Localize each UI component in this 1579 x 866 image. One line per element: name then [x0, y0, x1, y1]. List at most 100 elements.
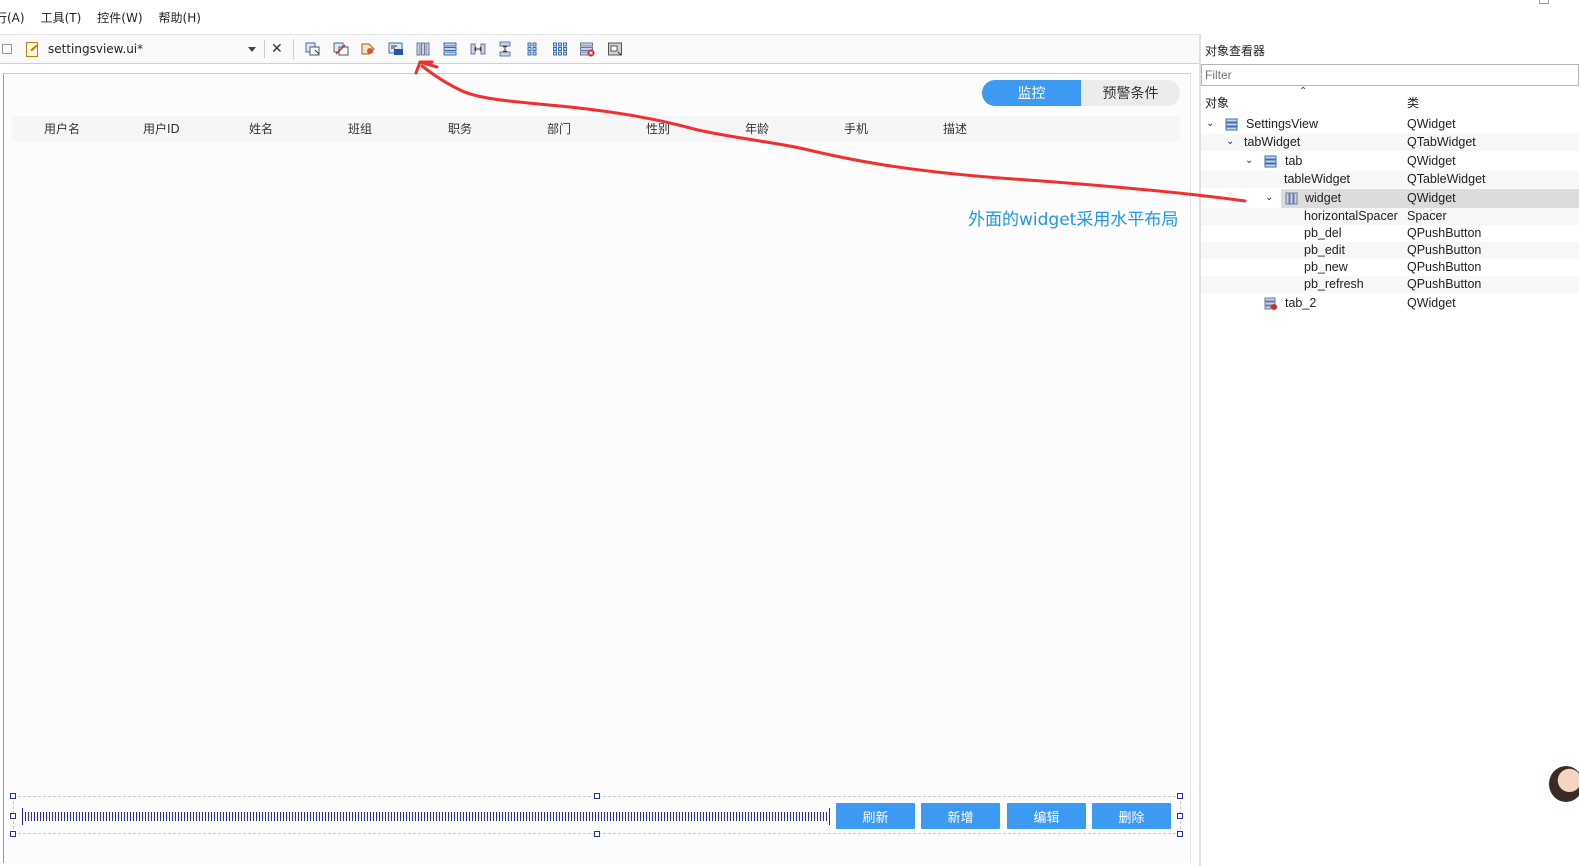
object-class: QPushButton [1407, 260, 1482, 274]
tree-row[interactable]: pb_new QPushButton [1201, 259, 1579, 276]
splitter-horizontal-icon[interactable] [469, 40, 487, 58]
object-name: widget [1305, 191, 1342, 205]
chevron-down-icon[interactable]: ⌄ [1245, 155, 1255, 167]
form-canvas[interactable] [3, 73, 1191, 863]
vertical-layout-icon[interactable] [441, 40, 459, 58]
object-class: QWidget [1407, 154, 1456, 168]
spacer-edge [829, 808, 830, 825]
column-header[interactable]: 姓名 [249, 116, 273, 142]
column-header[interactable]: 手机 [844, 116, 868, 142]
column-header[interactable]: 班组 [348, 116, 372, 142]
object-class: Spacer [1407, 209, 1447, 223]
tab-monitor[interactable]: 监控 [982, 80, 1081, 106]
column-header[interactable]: 性别 [646, 116, 670, 142]
column-header-object[interactable]: 对象 [1205, 88, 1229, 118]
object-class: QWidget [1407, 191, 1456, 205]
tree-row[interactable]: pb_edit QPushButton [1201, 242, 1579, 259]
vertical-layout-icon [1225, 118, 1238, 131]
break-layout-icon[interactable] [578, 40, 596, 58]
window-restore-icon[interactable] [1539, 0, 1549, 4]
splitter-vertical-icon[interactable] [496, 40, 514, 58]
sort-ascending-icon: ⌃ [1299, 86, 1308, 97]
close-icon[interactable]: ✕ [264, 40, 283, 58]
tree-row[interactable]: pb_del QPushButton [1201, 225, 1579, 242]
lock-icon[interactable] [2, 44, 12, 54]
filter-input[interactable] [1202, 65, 1578, 85]
chevron-down-icon[interactable]: ⌄ [1226, 136, 1236, 148]
resize-handle[interactable] [594, 793, 600, 799]
table-header: 用户名 用户ID 姓名 班组 职务 部门 性别 年龄 手机 描述 [12, 116, 1180, 142]
menu-bar: 行(A) 工具(T) 控件(W) 帮助(H) [0, 0, 1579, 34]
column-header[interactable]: 部门 [547, 116, 571, 142]
object-class: QTableWidget [1407, 172, 1486, 186]
object-name: pb_del [1304, 226, 1342, 240]
canvas-border [1190, 73, 1191, 863]
editor-toolbar: settingsview.ui* ✕ [0, 34, 1200, 64]
horizontal-layout-icon [1285, 192, 1298, 205]
edit-tab-order-icon[interactable] [387, 40, 405, 58]
horizontal-spacer[interactable] [22, 812, 830, 821]
column-header-class[interactable]: 类 [1407, 88, 1419, 118]
tree-row-selected[interactable]: ⌄ widget QWidget [1201, 189, 1579, 208]
edit-widgets-icon[interactable] [304, 40, 322, 58]
toolbar-separator [292, 39, 294, 59]
object-name: tabWidget [1244, 135, 1301, 149]
assistant-avatar[interactable] [1549, 766, 1579, 802]
resize-handle[interactable] [1177, 793, 1183, 799]
refresh-button[interactable]: 刷新 [836, 803, 915, 829]
menu-item-help[interactable]: 帮助(H) [151, 9, 209, 26]
resize-handle[interactable] [10, 793, 16, 799]
menu-item-tools[interactable]: 工具(T) [33, 9, 90, 26]
object-class: QPushButton [1407, 277, 1482, 291]
menu-item-form[interactable]: 行(A) [0, 9, 33, 26]
edit-buddies-icon[interactable] [359, 40, 377, 58]
edit-signals-icon[interactable] [332, 40, 350, 58]
edit-button[interactable]: 编辑 [1007, 803, 1086, 829]
resize-handle[interactable] [10, 831, 16, 837]
object-name: pb_refresh [1304, 277, 1364, 291]
column-header[interactable]: 用户ID [143, 116, 180, 142]
tree-row[interactable]: tab_2 QWidget [1201, 294, 1579, 313]
column-header[interactable]: 年龄 [745, 116, 769, 142]
object-name: horizontalSpacer [1304, 209, 1398, 223]
chevron-down-icon[interactable]: ⌄ [1206, 118, 1216, 130]
object-name: tab [1285, 154, 1303, 168]
chevron-down-icon[interactable] [248, 46, 256, 52]
resize-handle[interactable] [1177, 831, 1183, 837]
tree-row[interactable]: horizontalSpacer Spacer [1201, 208, 1579, 225]
object-name: tab_2 [1285, 296, 1317, 310]
tree-row[interactable]: ⌄ tabWidget QTabWidget [1201, 134, 1579, 151]
object-class: QTabWidget [1407, 135, 1476, 149]
file-name[interactable]: settingsview.ui* [48, 42, 248, 56]
menu-item-widgets[interactable]: 控件(W) [89, 9, 150, 26]
grid-layout-icon[interactable] [551, 40, 569, 58]
object-name: tableWidget [1284, 172, 1351, 186]
tree-row[interactable]: tableWidget QTableWidget [1201, 171, 1579, 188]
chevron-down-icon[interactable]: ⌄ [1265, 192, 1275, 204]
object-class: QWidget [1407, 296, 1456, 310]
object-class: QPushButton [1407, 243, 1482, 257]
tree-row[interactable]: ⌄ SettingsView QWidget [1201, 116, 1579, 133]
column-header[interactable]: 用户名 [44, 116, 80, 142]
resize-handle[interactable] [594, 831, 600, 837]
annotation-label: 外面的widget采用水平布局 [968, 210, 1179, 230]
adjust-size-icon[interactable] [606, 40, 624, 58]
delete-button[interactable]: 删除 [1092, 803, 1171, 829]
new-button[interactable]: 新增 [921, 803, 1000, 829]
panel-title: 对象查看器 [1205, 44, 1266, 58]
tree-row[interactable]: ⌄ tab QWidget [1201, 153, 1579, 170]
form-layout-icon[interactable] [523, 40, 541, 58]
tab-alert-conditions[interactable]: 预警条件 [1081, 80, 1180, 106]
object-name: SettingsView [1246, 117, 1319, 131]
resize-handle[interactable] [1177, 813, 1183, 819]
resize-handle[interactable] [10, 813, 16, 819]
column-header[interactable]: 职务 [448, 116, 472, 142]
column-header[interactable]: 描述 [943, 116, 967, 142]
break-layout-icon [1264, 297, 1277, 310]
object-name: pb_edit [1304, 243, 1346, 257]
tree-row[interactable]: pb_refresh QPushButton [1201, 276, 1579, 293]
object-inspector: 对象查看器 对象 ⌃ 类 ⌄ SettingsView QWidget ⌄ ta… [1201, 34, 1579, 866]
filter-field[interactable] [1201, 64, 1579, 86]
horizontal-layout-icon[interactable] [414, 40, 432, 58]
object-class: QPushButton [1407, 226, 1482, 240]
